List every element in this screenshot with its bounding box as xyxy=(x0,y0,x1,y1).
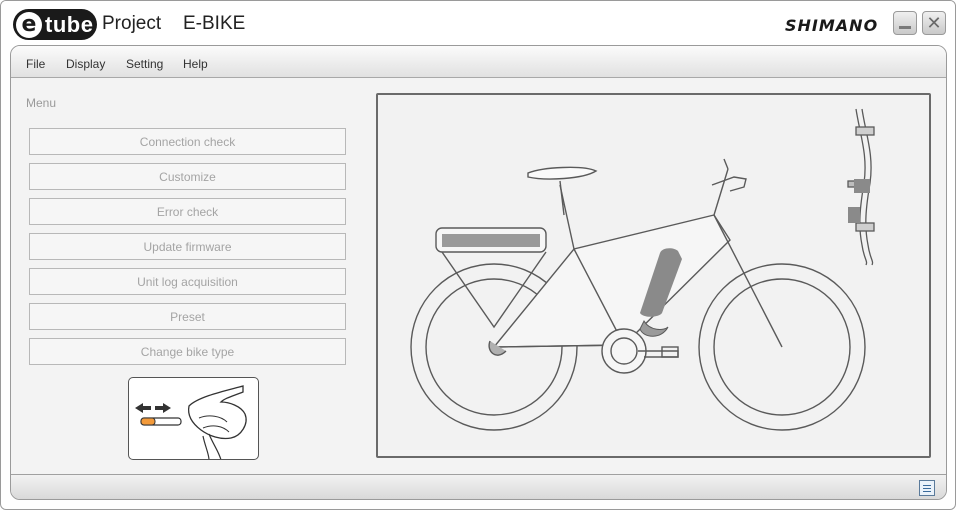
etube-logo: e tube xyxy=(13,9,97,40)
app-window: e tube Project E-BIKE SHIMANO ✕ File Dis… xyxy=(0,0,956,510)
update-firmware-button[interactable]: Update firmware xyxy=(29,233,346,260)
customize-button[interactable]: Customize xyxy=(29,163,346,190)
connection-check-button[interactable]: Connection check xyxy=(29,128,346,155)
status-bar xyxy=(11,474,946,499)
preset-button[interactable]: Preset xyxy=(29,303,346,330)
close-button[interactable]: ✕ xyxy=(922,11,946,35)
error-check-button[interactable]: Error check xyxy=(29,198,346,225)
change-bike-type-button[interactable]: Change bike type xyxy=(29,338,346,365)
menu-help[interactable]: Help xyxy=(183,57,208,71)
app-title-project: Project xyxy=(102,13,162,34)
menu-display[interactable]: Display xyxy=(66,57,105,71)
menu-bar: File Display Setting Help xyxy=(11,46,946,78)
title-bar: e tube Project E-BIKE SHIMANO ✕ xyxy=(1,1,955,47)
main-frame: File Display Setting Help Menu Connectio… xyxy=(10,45,947,500)
logo-e-mark: e xyxy=(16,11,42,38)
shimano-logo: SHIMANO xyxy=(785,16,879,35)
log-icon[interactable] xyxy=(919,480,935,496)
close-icon: ✕ xyxy=(926,12,942,33)
menu-setting[interactable]: Setting xyxy=(126,57,163,71)
bike-illustration xyxy=(410,108,875,431)
minimize-button[interactable] xyxy=(893,11,917,35)
shift-lever-illustration xyxy=(128,377,259,460)
unit-log-acquisition-button[interactable]: Unit log acquisition xyxy=(29,268,346,295)
menu-file[interactable]: File xyxy=(26,57,45,71)
app-title-bike-type: E-BIKE xyxy=(183,13,246,34)
logo-text: tube xyxy=(45,11,94,37)
bike-canvas xyxy=(376,93,931,458)
sidebar-menu-label: Menu xyxy=(26,96,57,110)
minimize-icon xyxy=(899,25,911,29)
